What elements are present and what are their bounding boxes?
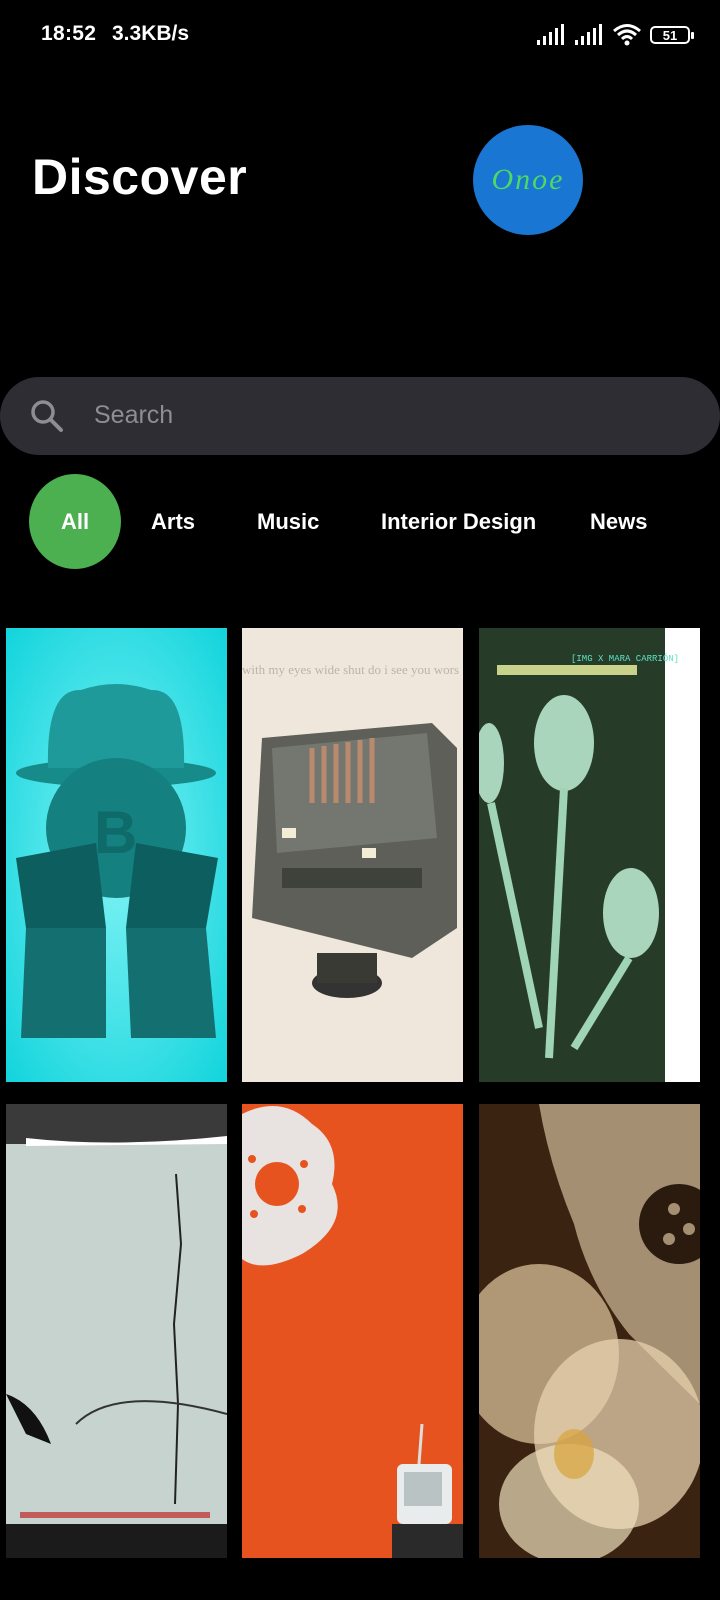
signal-icon-2 [575, 24, 602, 45]
tile-image-orchid [479, 1104, 700, 1558]
chip-arts[interactable]: Arts [151, 474, 195, 569]
status-icons: 51 [536, 22, 694, 48]
chip-all[interactable]: All [29, 474, 121, 569]
tile-caption: [IMG X MARA CARRIÓN] [571, 653, 679, 664]
wifi-icon [613, 24, 641, 46]
search-icon [31, 400, 63, 432]
category-chips: All Arts Music Interior Design News [0, 474, 720, 569]
page-title: Discover [32, 149, 248, 205]
tile-image-spoons: [IMG X MARA CARRIÓN] [479, 628, 700, 1082]
chip-news[interactable]: News [590, 474, 647, 569]
signal-icon [537, 24, 564, 45]
status-bar: 18:52 3.3KB/s 51 [0, 0, 720, 70]
battery-level: 51 [662, 27, 678, 43]
tile-caption: with my eyes wide shut do i see you wors [242, 662, 459, 677]
grid-tile[interactable] [6, 1104, 227, 1558]
tile-image-cracked-wall [6, 1104, 227, 1558]
search-bar[interactable] [0, 377, 720, 455]
tile-image-flower-poster [242, 1104, 463, 1558]
grid-tile[interactable]: with my eyes wide shut do i see you wors [242, 628, 463, 1082]
grid-tile[interactable] [479, 1104, 700, 1558]
search-input[interactable] [94, 395, 674, 435]
chip-interior-design[interactable]: Interior Design [381, 474, 536, 569]
grid-tile[interactable]: [IMG X MARA CARRIÓN] [479, 628, 700, 1082]
tile-image-typewriter: with my eyes wide shut do i see you wors [242, 628, 463, 1082]
chip-music[interactable]: Music [257, 474, 319, 569]
grid-tile[interactable]: B [6, 628, 227, 1082]
avatar-text: Onoe [491, 163, 565, 196]
status-time: 18:52 [41, 22, 97, 45]
avatar[interactable]: Onoe [473, 125, 583, 235]
battery-icon: 51 [650, 26, 694, 44]
grid-tile[interactable] [242, 1104, 463, 1558]
tile-image-teal-figure: B [6, 628, 227, 1082]
network-speed: 3.3KB/s [112, 22, 190, 45]
svg-text:B: B [94, 799, 137, 866]
